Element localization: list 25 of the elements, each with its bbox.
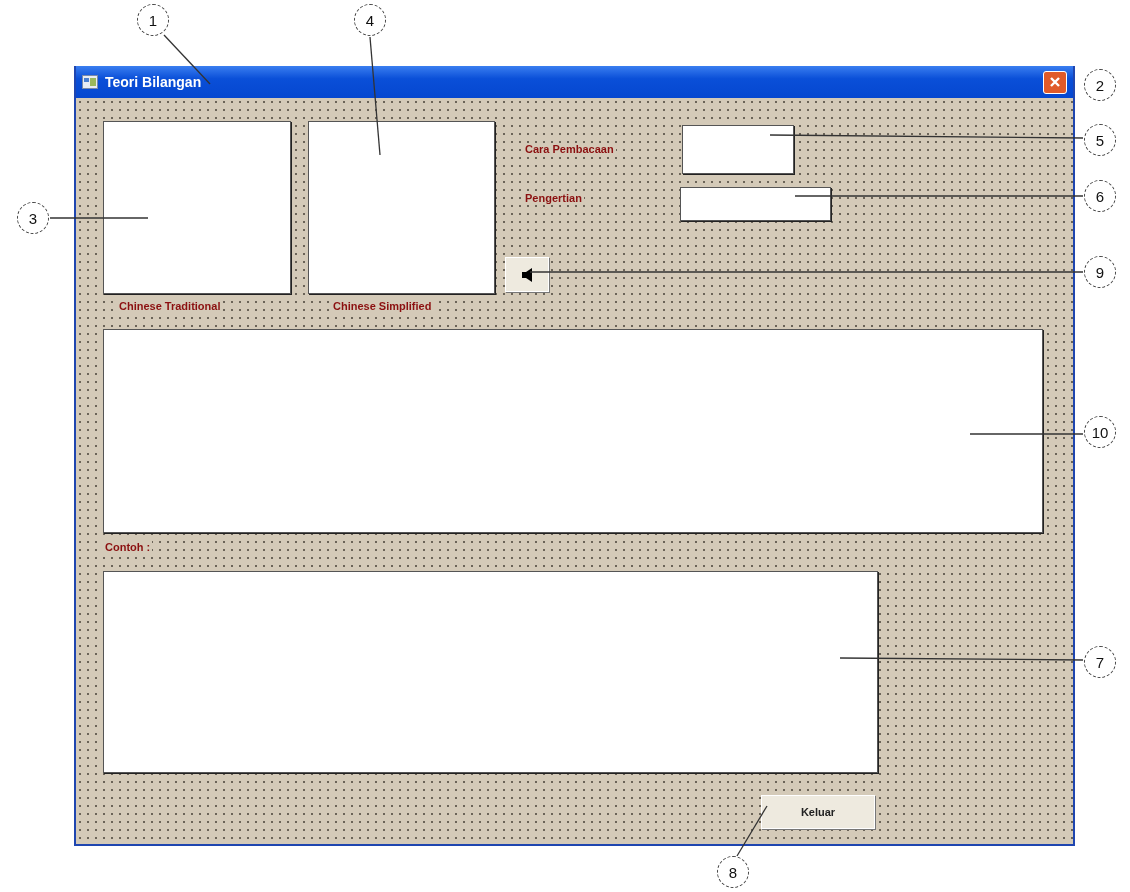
speaker-button[interactable] (505, 257, 549, 292)
callout-number: 2 (1084, 69, 1116, 101)
callout-number: 5 (1084, 124, 1116, 156)
callout-number: 9 (1084, 256, 1116, 288)
example-label: Contoh : (103, 541, 153, 553)
field-label: Pengertian (523, 192, 584, 204)
close-icon (1049, 76, 1061, 88)
callout-number: 7 (1084, 646, 1116, 678)
close-button[interactable] (1043, 70, 1067, 94)
exit-button[interactable]: Keluar (761, 795, 875, 829)
callout-number: 8 (717, 856, 749, 888)
text-field[interactable] (682, 125, 794, 174)
field-label: Cara Pembacaan (523, 143, 616, 155)
caption-label: Chinese Simplified (331, 300, 434, 312)
callout-number: 10 (1084, 416, 1116, 448)
app-icon (82, 75, 98, 89)
leader-line (736, 805, 768, 857)
caption-label: Chinese Traditional (117, 300, 223, 312)
callout-number: 1 (137, 4, 169, 36)
text-field[interactable] (680, 187, 831, 221)
callout-number: 3 (17, 202, 49, 234)
callout-number: 6 (1084, 180, 1116, 212)
callout-number: 4 (354, 4, 386, 36)
speaker-icon (522, 267, 532, 282)
window-title: Teori Bilangan (105, 74, 203, 90)
